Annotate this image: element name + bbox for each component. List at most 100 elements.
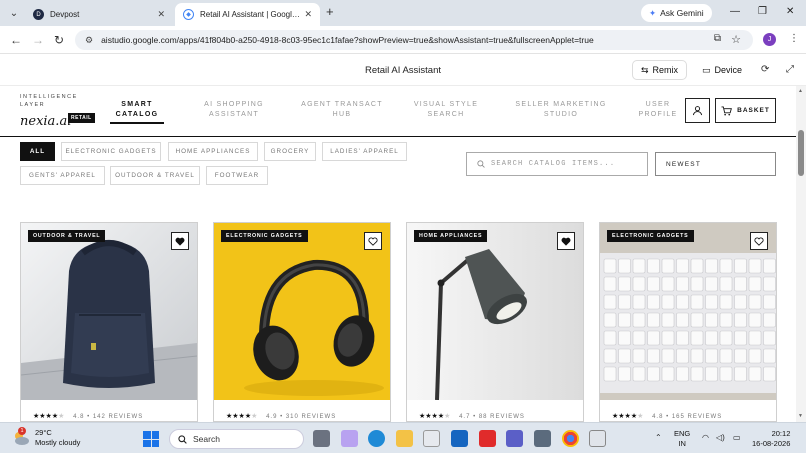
app-icon[interactable] — [534, 430, 551, 447]
heart-outline-icon — [754, 237, 764, 246]
profile-avatar[interactable]: J — [763, 33, 776, 46]
wishlist-button[interactable] — [557, 232, 575, 250]
new-tab-button[interactable]: + — [326, 5, 334, 19]
battery-icon[interactable]: ▭ — [733, 433, 741, 442]
wishlist-button[interactable] — [171, 232, 189, 250]
device-button[interactable]: ▭ Device — [697, 60, 747, 80]
star-rating-icon: ★★★★★ — [612, 413, 644, 420]
rating-value: 4.8 — [652, 414, 664, 420]
nav-seller-marketing-studio[interactable]: SELLER MARKETING STUDIO — [514, 100, 608, 120]
edge-browser-icon[interactable] — [368, 430, 385, 447]
ask-gemini-button[interactable]: ✦ Ask Gemini — [641, 4, 712, 22]
gemini-sparkle-icon: ✦ — [649, 7, 657, 18]
browser-menu-icon[interactable]: ⋮ — [789, 33, 799, 44]
product-card[interactable]: ELECTRONIC GADGETS ★★★★★ 4.8 • 165 REVIE… — [599, 222, 777, 422]
filter-ladies-apparel[interactable]: LADIES' APPAREL — [322, 142, 407, 161]
forward-arrow-icon[interactable]: → — [32, 33, 44, 47]
url-bar[interactable]: ⚙ aistudio.google.com/apps/41f804b0-a250… — [75, 30, 753, 50]
windows-start-icon[interactable] — [143, 431, 159, 447]
tab-search-chevron-icon[interactable]: ⌄ — [5, 4, 23, 22]
user-account-button[interactable] — [685, 98, 710, 123]
install-app-icon[interactable]: ⧉ — [714, 33, 721, 44]
ai-studio-favicon-icon: ◆ — [183, 9, 194, 20]
reload-icon[interactable]: ↻ — [54, 33, 64, 47]
taskbar-search-label: Search — [193, 434, 220, 444]
product-card[interactable]: ELECTRONIC GADGETS ★★★★★ 4.9 • 310 REVIE… — [213, 222, 391, 422]
back-arrow-icon[interactable]: ← — [10, 33, 22, 47]
site-info-icon[interactable]: ⚙ — [85, 35, 93, 46]
wifi-icon[interactable]: ◠ — [702, 433, 709, 442]
search-icon — [477, 160, 485, 168]
page-scrollbar[interactable]: ▲ ▼ — [796, 86, 806, 422]
brand-badge: RETAIL — [68, 113, 95, 123]
nav-ai-shopping-assistant[interactable]: AI SHOPPING ASSISTANT — [198, 100, 270, 120]
address-toolbar: ← → ↻ ⚙ aistudio.google.com/apps/41f804b… — [0, 26, 806, 54]
devpost-favicon-icon: D — [33, 9, 44, 20]
product-rating: ★★★★★ 4.8 • 142 REVIEWS — [33, 413, 144, 420]
restore-icon[interactable]: ❐ — [758, 6, 767, 17]
sort-select[interactable]: NEWEST — [655, 152, 776, 176]
nav-agent-transact-hub[interactable]: AGENT TRANSACT HUB — [300, 100, 384, 120]
taskbar-search[interactable]: Search — [169, 429, 304, 449]
filter-electronic-gadgets[interactable]: ELECTRONIC GADGETS — [61, 142, 161, 161]
minimize-icon[interactable]: — — [730, 6, 740, 17]
catalog-search-input[interactable] — [491, 160, 641, 168]
tab-retail-ai-assistant[interactable]: ◆ Retail AI Assistant | Google AI S ✕ — [175, 3, 320, 26]
product-card[interactable]: HOME APPLIANCES ★★★★★ 4.7 • 88 REVIEWS — [406, 222, 584, 422]
youtube-icon[interactable] — [479, 430, 496, 447]
rating-value: 4.9 — [266, 414, 278, 420]
microsoft-store-icon[interactable] — [423, 430, 440, 447]
refresh-preview-icon[interactable]: ⟳ — [761, 64, 769, 75]
tab-close-icon[interactable]: ✕ — [304, 9, 312, 20]
teams-icon[interactable] — [506, 430, 523, 447]
tab-close-icon[interactable]: ✕ — [157, 9, 165, 20]
nav-smart-catalog[interactable]: SMART CATALOG — [110, 100, 164, 124]
task-view-icon[interactable] — [313, 430, 330, 447]
nav-label-line2: PROFILE — [638, 111, 678, 118]
weather-temperature: 29°C — [35, 428, 52, 437]
review-count: 310 REVIEWS — [285, 414, 337, 420]
scroll-up-icon[interactable]: ▲ — [798, 88, 803, 94]
brand-logo[interactable]: nexia.ai — [20, 114, 71, 129]
snipping-tool-icon[interactable] — [589, 430, 606, 447]
device-icon: ▭ — [702, 64, 711, 75]
weather-widget[interactable]: 1 29°C Mostly cloudy — [12, 427, 80, 448]
wishlist-button[interactable] — [364, 232, 382, 250]
star-rating-icon: ★★★★★ — [419, 413, 451, 420]
filter-grocery[interactable]: GROCERY — [264, 142, 316, 161]
tray-chevron-up-icon[interactable]: ⌃ — [655, 433, 662, 442]
clock-date: 16-08-2026 — [752, 439, 791, 448]
chrome-icon[interactable] — [562, 430, 579, 447]
nav-label-line2: HUB — [332, 111, 352, 118]
fullscreen-icon[interactable]: ⤢ — [786, 64, 794, 75]
volume-icon[interactable]: ◁) — [716, 433, 725, 442]
taskbar-clock[interactable]: 20:12 16-08-2026 — [752, 429, 790, 449]
scroll-down-icon[interactable]: ▼ — [798, 413, 803, 419]
filter-home-appliances[interactable]: HOME APPLIANCES — [168, 142, 258, 161]
bookmark-star-icon[interactable]: ☆ — [731, 33, 741, 46]
filter-all[interactable]: ALL — [20, 142, 55, 161]
heart-outline-icon — [368, 237, 378, 246]
product-card[interactable]: OUTDOOR & TRAVEL ★★★★★ 4.8 • 142 REVIEWS — [20, 222, 198, 422]
star-rating-icon: ★★★★★ — [226, 413, 258, 420]
region-code: IN — [678, 439, 686, 448]
input-language[interactable]: ENG IN — [674, 429, 690, 449]
close-window-icon[interactable]: ✕ — [786, 6, 794, 17]
tab-title: Devpost — [50, 10, 80, 19]
filter-outdoor-travel[interactable]: OUTDOOR & TRAVEL — [110, 166, 200, 185]
filter-gents-apparel[interactable]: GENTS' APPAREL — [20, 166, 105, 185]
outlook-icon[interactable] — [451, 430, 468, 447]
basket-button[interactable]: BASKET — [715, 98, 776, 123]
remix-icon: ⇆ — [641, 64, 649, 75]
file-explorer-icon[interactable] — [396, 430, 413, 447]
tab-devpost[interactable]: D Devpost ✕ — [25, 3, 173, 26]
scrollbar-thumb[interactable] — [798, 130, 804, 176]
remix-button[interactable]: ⇆ Remix — [632, 60, 688, 80]
copilot-icon[interactable] — [341, 430, 358, 447]
nav-user-profile[interactable]: USER PROFILE — [636, 100, 680, 120]
nav-visual-style-search[interactable]: VISUAL STYLE SEARCH — [410, 100, 482, 120]
rating-value: 4.7 — [459, 414, 471, 420]
filter-footwear[interactable]: FOOTWEAR — [206, 166, 268, 185]
review-count: 142 REVIEWS — [92, 414, 144, 420]
wishlist-button[interactable] — [750, 232, 768, 250]
